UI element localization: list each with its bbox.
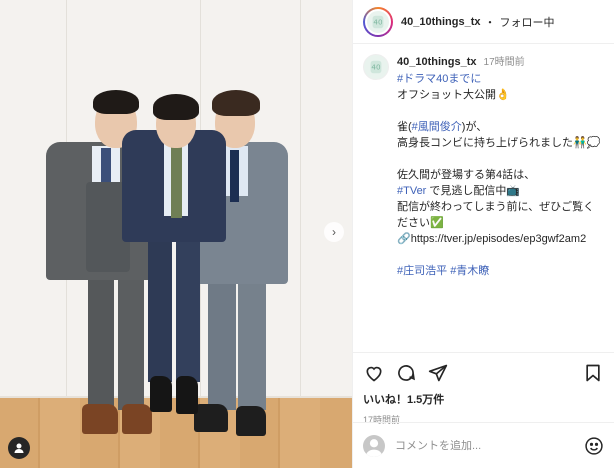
next-slide-button[interactable]: › xyxy=(324,222,344,242)
following-status[interactable]: フォロー中 xyxy=(499,14,554,30)
comment-button[interactable] xyxy=(395,362,417,384)
hand-emoji-icon: 👌 xyxy=(496,89,510,101)
bookmark-icon xyxy=(586,364,600,382)
person-tag-icon xyxy=(14,443,24,453)
share-button[interactable] xyxy=(427,362,449,384)
caption-suzume-prefix: 雀( xyxy=(397,121,412,133)
paper-plane-icon xyxy=(428,364,448,382)
caption-time: 17時間前 xyxy=(483,57,525,68)
tv-emoji-icon: 📺 xyxy=(506,185,521,197)
caption-text: 40_10things_tx 17時間前 #ドラマ40までに オフショット大公開… xyxy=(397,54,600,342)
caption-line-offshot: オフショット大公開 xyxy=(397,89,496,101)
show-logo-icon: 40 xyxy=(370,60,382,74)
post-header: 40 40_10things_tx ・ フォロー中 xyxy=(353,0,614,44)
save-button[interactable] xyxy=(582,362,604,384)
comment-bubble-icon xyxy=(398,365,415,381)
heart-icon xyxy=(366,366,382,382)
likes-prefix: いいね！ xyxy=(363,394,407,406)
caption-suzume-suffix: )が、 xyxy=(461,121,488,133)
link-emoji-icon: 🔗 xyxy=(397,233,411,245)
show-logo-icon: 40 xyxy=(372,15,384,28)
people-emoji-icon: 👬💭 xyxy=(573,137,601,149)
hashtag-aoki[interactable]: #青木瞭 xyxy=(450,265,489,277)
post-actions: いいね！1.5万件 17時間前 xyxy=(353,352,614,425)
account-avatar[interactable]: 40 xyxy=(363,6,393,37)
tver-link[interactable]: https://tver.jp/episodes/ep3gwf2am2 xyxy=(411,233,587,245)
user-avatar xyxy=(363,434,385,457)
hashtag-kazama[interactable]: #風間俊介 xyxy=(412,121,462,133)
hashtag-tver[interactable]: #TVer xyxy=(397,185,426,197)
caption-line-please: ださい xyxy=(397,217,430,229)
caption-username[interactable]: 40_10things_tx xyxy=(397,56,476,68)
post-side-panel: 40 40_10things_tx ・ フォロー中 40 40_10things… xyxy=(352,0,614,468)
chevron-right-icon: › xyxy=(332,225,336,239)
svg-text:40: 40 xyxy=(373,17,383,26)
hashtag-drama[interactable]: #ドラマ40までに xyxy=(397,73,481,85)
tagged-people-button[interactable] xyxy=(8,437,30,459)
like-button[interactable] xyxy=(363,362,385,384)
smiley-icon[interactable] xyxy=(584,436,604,456)
likes-number: 1.5万件 xyxy=(407,394,445,406)
caption-tver-suffix: で見逃し配信中 xyxy=(426,185,507,197)
svg-text:40: 40 xyxy=(371,63,381,72)
instagram-post: › 40 40_10things_tx ・ フォロー中 40 40_10thin… xyxy=(0,0,614,468)
post-photo[interactable]: › xyxy=(0,0,352,468)
caption-line-lifted: 高身長コンビに持ち上げられました xyxy=(397,137,573,149)
caption-line-until: 配信が終わってしまう前に、ぜひご覧く xyxy=(397,201,595,213)
header-username[interactable]: 40_10things_tx xyxy=(401,16,480,28)
caption-section: 40 40_10things_tx 17時間前 #ドラマ40までに オフショット… xyxy=(353,44,614,352)
comment-input[interactable] xyxy=(395,439,584,452)
likes-count[interactable]: いいね！1.5万件 xyxy=(363,391,604,407)
comment-bar xyxy=(353,422,614,468)
hashtag-shoji[interactable]: #庄司浩平 xyxy=(397,265,447,277)
default-avatar-icon xyxy=(365,438,383,457)
header-separator: ・ xyxy=(484,16,496,29)
caption-line-sakuma: 佐久間が登場する第4話は、 xyxy=(397,169,536,181)
check-emoji-icon: ✅ xyxy=(430,217,444,229)
caption-avatar[interactable]: 40 xyxy=(363,54,389,80)
